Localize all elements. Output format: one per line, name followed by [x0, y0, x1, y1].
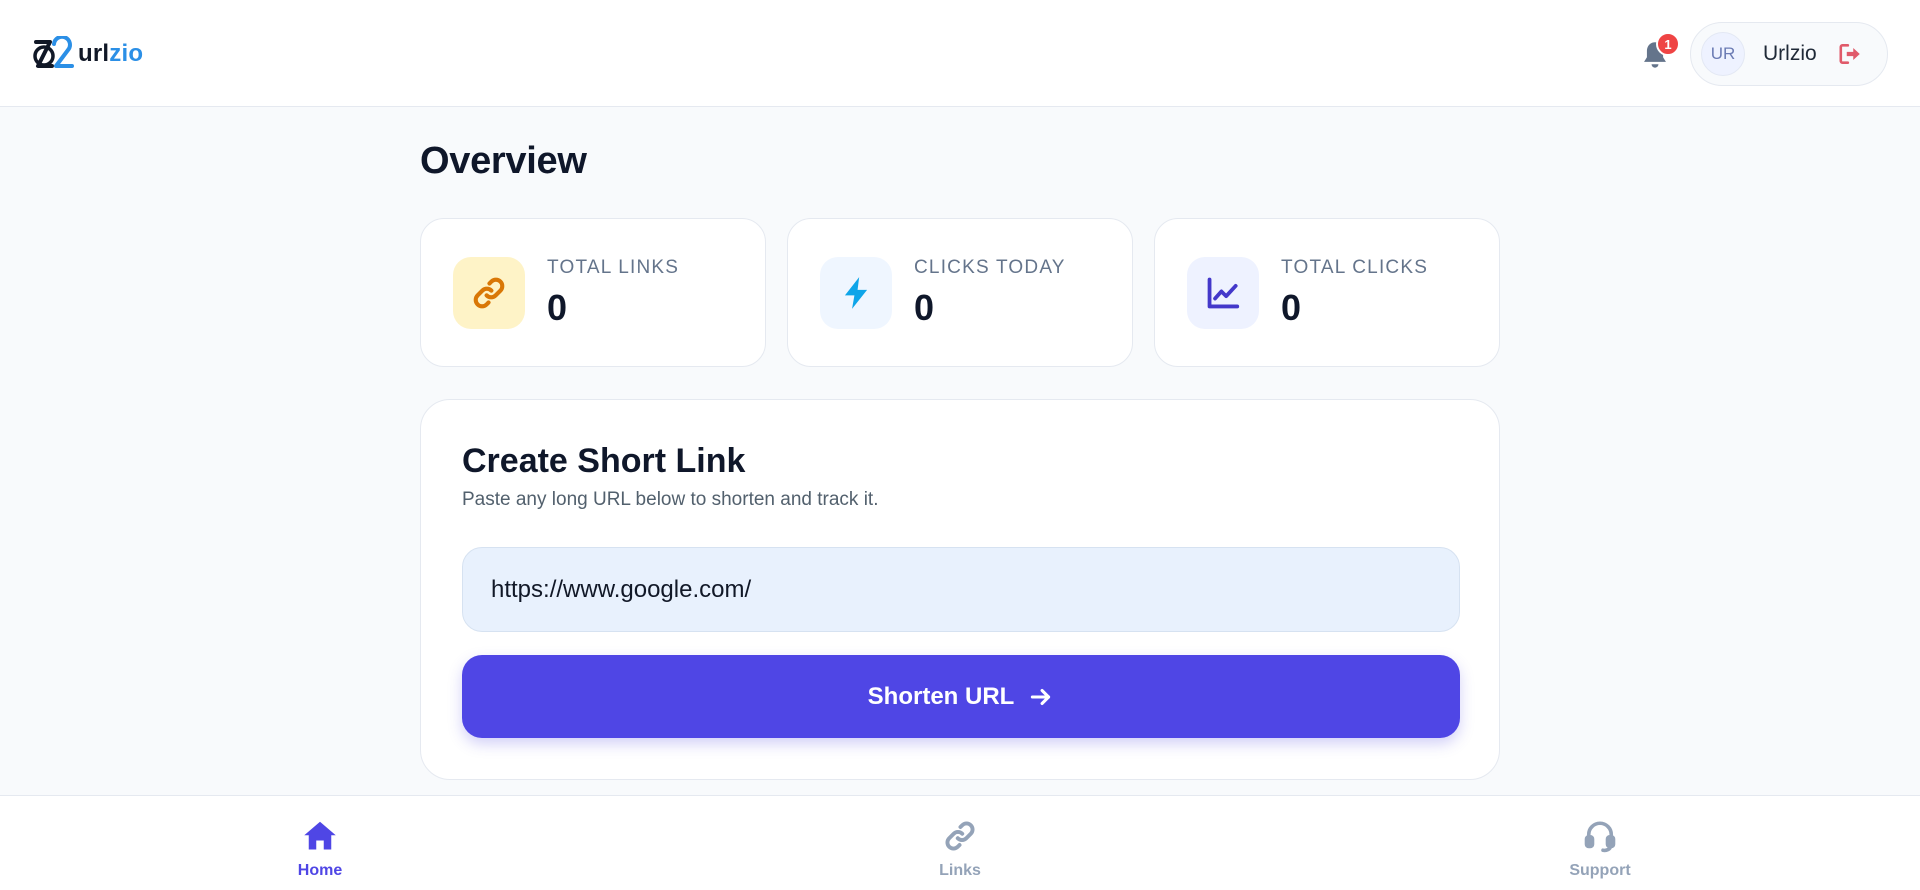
create-card-title: Create Short Link — [462, 442, 746, 480]
nav-label-home: Home — [297, 862, 343, 879]
notification-badge: 1 — [1656, 32, 1680, 56]
nav-item-support[interactable]: Support — [1530, 806, 1670, 884]
logo-text-zio: zio — [109, 40, 144, 67]
url-input[interactable] — [462, 547, 1460, 632]
user-name: Urlzio — [1763, 42, 1817, 65]
logo-text-url: url — [78, 40, 110, 67]
headset-icon — [1584, 821, 1616, 853]
stat-label: TOTAL CLICKS — [1281, 257, 1429, 278]
stat-icon-total-links — [453, 257, 525, 329]
link-icon — [945, 821, 975, 851]
nav-label-support: Support — [1569, 862, 1631, 879]
logo[interactable]: urlzio — [32, 36, 143, 72]
create-card-subtitle: Paste any long URL below to shorten and … — [462, 489, 879, 510]
logo-text: urlzio — [78, 40, 143, 68]
nav-item-links[interactable]: Links — [890, 806, 1030, 884]
stat-icon-total-clicks — [1187, 257, 1259, 329]
stat-label: TOTAL LINKS — [547, 257, 680, 278]
stat-card-total-links: TOTAL LINKS 0 — [420, 218, 766, 367]
chart-line-icon — [1207, 277, 1240, 309]
stat-card-total-clicks: TOTAL CLICKS 0 — [1154, 218, 1500, 367]
page-title: Overview — [420, 140, 587, 182]
create-short-link-card: Create Short Link Paste any long URL bel… — [420, 399, 1500, 780]
stat-label: CLICKS TODAY — [914, 257, 1066, 278]
bottom-navigation: Home Links Support — [0, 795, 1920, 890]
stat-icon-clicks-today — [820, 257, 892, 329]
logout-icon — [1839, 44, 1860, 64]
stat-card-clicks-today: CLICKS TODAY 0 — [787, 218, 1133, 367]
stat-value: 0 — [547, 287, 568, 328]
home-icon — [304, 821, 336, 850]
stat-value: 0 — [1281, 287, 1302, 328]
nav-label-links: Links — [939, 862, 981, 879]
notifications-button[interactable]: 1 — [1640, 32, 1680, 70]
top-header: urlzio 1 UR Urlzio — [0, 0, 1920, 107]
avatar: UR — [1701, 32, 1745, 76]
stat-value: 0 — [914, 287, 935, 328]
shorten-url-button[interactable]: Shorten URL — [462, 655, 1460, 738]
user-menu[interactable]: UR Urlzio — [1690, 22, 1888, 86]
shorten-url-button-label: Shorten URL — [867, 682, 1015, 710]
logo-icon — [33, 36, 74, 68]
nav-item-home[interactable]: Home — [250, 806, 390, 884]
link-icon — [473, 277, 505, 309]
lightning-icon — [844, 277, 868, 309]
arrow-right-icon — [1031, 688, 1051, 705]
logout-button[interactable] — [1837, 41, 1863, 67]
